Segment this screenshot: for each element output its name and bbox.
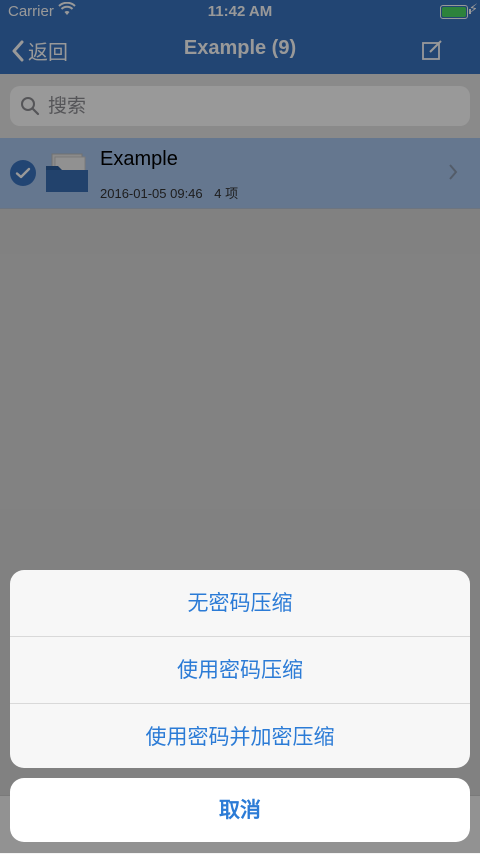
compress-password-encrypt-button[interactable]: 使用密码并加密压缩 [10,704,470,768]
compress-with-password-button[interactable]: 使用密码压缩 [10,637,470,704]
cancel-button[interactable]: 取消 [10,778,470,842]
compress-no-password-button[interactable]: 无密码压缩 [10,570,470,637]
action-sheet: 无密码压缩 使用密码压缩 使用密码并加密压缩 [10,570,470,768]
